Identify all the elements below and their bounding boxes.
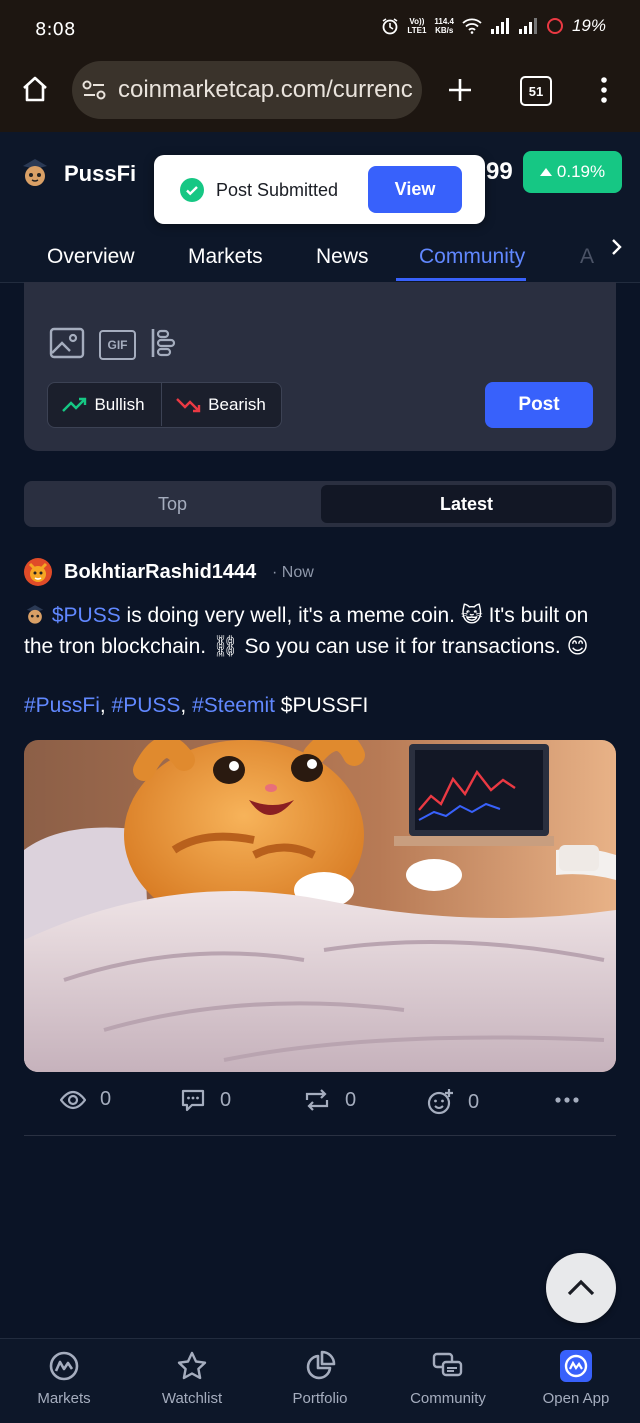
gif-button[interactable]: GIF xyxy=(99,330,136,360)
bullish-label: Bullish xyxy=(94,394,145,414)
react-button[interactable]: 0 xyxy=(426,1088,479,1116)
post-divider xyxy=(24,1135,616,1136)
feed-latest-tab[interactable]: Latest xyxy=(321,485,612,523)
reactions-count: 0 xyxy=(468,1090,480,1113)
site-settings-icon[interactable] xyxy=(82,79,106,101)
new-tab-icon[interactable] xyxy=(446,76,474,104)
toast-view-button[interactable]: View xyxy=(368,166,462,213)
more-menu-icon[interactable] xyxy=(597,76,611,104)
hashtag-link[interactable]: #Steemit xyxy=(192,694,275,717)
post-image[interactable] xyxy=(24,740,616,1072)
coin-logo-icon xyxy=(26,605,44,624)
scroll-to-top-button[interactable] xyxy=(546,1253,616,1323)
bearish-label: Bearish xyxy=(208,394,266,414)
post-time: · Now xyxy=(272,564,314,581)
tab-switcher-button[interactable]: 51 xyxy=(520,76,552,106)
nav-watchlist-label: Watchlist xyxy=(161,1390,223,1407)
caret-up-icon xyxy=(539,168,552,176)
repost-button[interactable]: 0 xyxy=(303,1088,356,1112)
comments-count: 0 xyxy=(220,1088,232,1111)
image-upload-icon[interactable] xyxy=(49,327,85,359)
price-change-value: 0.19% xyxy=(556,162,606,181)
chevron-up-icon xyxy=(567,1279,595,1296)
alarm-icon xyxy=(382,18,398,35)
hashtag-link[interactable]: #PUSS xyxy=(112,694,181,717)
coin-name: PussFi xyxy=(64,161,137,186)
post-text: $PUSS is doing very well, it's a meme co… xyxy=(24,600,620,662)
pie-chart-icon xyxy=(306,1350,336,1380)
views-stat: 0 xyxy=(60,1088,111,1111)
home-icon[interactable] xyxy=(20,74,50,104)
app-logo-icon xyxy=(560,1350,592,1382)
eye-icon xyxy=(60,1090,86,1109)
nav-watchlist[interactable]: Watchlist xyxy=(128,1350,256,1407)
check-circle-icon xyxy=(180,178,204,202)
status-time: 8:08 xyxy=(35,19,76,40)
price-change-badge: 0.19% xyxy=(523,151,622,193)
trend-up-icon xyxy=(62,397,87,412)
bearish-button[interactable]: Bearish xyxy=(161,383,280,426)
tab-partial[interactable]: A xyxy=(580,245,594,269)
add-reaction-icon xyxy=(427,1089,453,1115)
post-hashtags: #PussFi, #PUSS, #Steemit $PUSSFI xyxy=(24,694,369,717)
comment-icon xyxy=(181,1089,205,1112)
tab-news[interactable]: News xyxy=(316,245,369,269)
battery-level: 19% xyxy=(571,16,606,35)
post-username[interactable]: BokhtiarRashid1444 xyxy=(64,561,256,584)
post-button[interactable]: Post xyxy=(485,382,593,428)
more-options-icon[interactable] xyxy=(554,1096,580,1104)
tab-overview[interactable]: Overview xyxy=(47,245,135,269)
repost-icon xyxy=(305,1089,329,1111)
nav-open-app-label: Open App xyxy=(542,1390,610,1407)
ticker-tag[interactable]: $PUSSFI xyxy=(281,694,369,717)
nav-markets[interactable]: Markets xyxy=(0,1350,128,1407)
nav-community[interactable]: Community xyxy=(384,1350,512,1407)
coin-mention-link[interactable]: $PUSS xyxy=(52,604,121,627)
nav-portfolio-label: Portfolio xyxy=(292,1390,348,1407)
volte-indicator: Vo)) LTE1 xyxy=(407,17,427,35)
chevron-right-icon[interactable] xyxy=(610,238,624,256)
tab-markets[interactable]: Markets xyxy=(188,245,263,269)
coin-logo-icon xyxy=(20,156,50,188)
hashtag-link[interactable]: #PussFi xyxy=(24,694,100,717)
status-icons: Vo)) LTE1 114.4 KB/s 19% xyxy=(381,16,606,36)
nav-open-app[interactable]: Open App xyxy=(512,1350,640,1407)
bullish-button[interactable]: Bullish xyxy=(48,383,159,426)
toast-message: Post Submitted xyxy=(216,180,339,200)
nav-community-label: Community xyxy=(410,1390,486,1407)
battery-saver-icon xyxy=(546,18,563,34)
chat-bubbles-icon xyxy=(432,1352,463,1377)
star-icon xyxy=(177,1351,207,1380)
nav-markets-label: Markets xyxy=(37,1390,91,1407)
views-count: 0 xyxy=(100,1088,112,1110)
active-tab-indicator xyxy=(396,278,526,281)
comment-button[interactable]: 0 xyxy=(180,1088,231,1112)
nav-portfolio[interactable]: Portfolio xyxy=(256,1350,384,1407)
avatar[interactable] xyxy=(24,558,52,586)
reposts-count: 0 xyxy=(345,1088,357,1111)
signal-icon xyxy=(490,18,509,34)
tab-community[interactable]: Community xyxy=(419,245,525,269)
url-text[interactable]: coinmarketcap.com/currenc xyxy=(118,76,418,104)
net-speed: 114.4 KB/s xyxy=(434,17,454,35)
feed-top-tab[interactable]: Top xyxy=(24,481,321,527)
coinmarketcap-icon xyxy=(49,1351,79,1381)
wifi-icon xyxy=(462,18,482,34)
poll-icon[interactable] xyxy=(150,327,178,359)
coin-price: 99 xyxy=(486,158,513,185)
signal-icon-2 xyxy=(518,18,537,34)
trend-down-icon xyxy=(176,397,201,412)
